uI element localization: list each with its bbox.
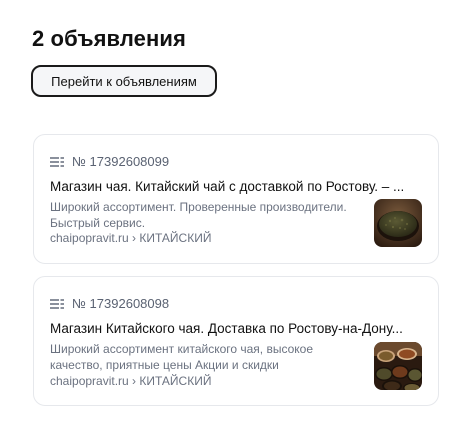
ads-count-heading: 2 объявления: [32, 26, 186, 51]
ad-description: Широкий ассортимент. Проверенные произво…: [50, 200, 362, 231]
ad-number-row: № 17392608099: [50, 154, 169, 169]
ad-card[interactable]: № 17392608098 Магазин Китайского чая. До…: [33, 276, 439, 406]
ad-description-line: Быстрый сервис.: [50, 215, 146, 230]
ad-url-link[interactable]: chaipopravit.ru › КИТАЙСКИЙ: [50, 374, 211, 388]
loose-tea-bowl-image[interactable]: [374, 199, 422, 247]
ad-number-row: № 17392608098: [50, 296, 169, 311]
ad-number: № 17392608098: [72, 296, 170, 311]
ad-description: Широкий ассортимент китайского чая, высо…: [50, 342, 362, 373]
ad-list-icon: [50, 156, 64, 167]
ad-title-link[interactable]: Магазин Китайского чая. Доставка по Рост…: [50, 321, 426, 336]
go-to-ads-button[interactable]: Перейти к объявлениям: [31, 65, 217, 97]
ad-card[interactable]: № 17392608099 Магазин чая. Китайский чай…: [33, 134, 439, 264]
ad-url-link[interactable]: chaipopravit.ru › КИТАЙСКИЙ: [50, 231, 211, 245]
ad-title-link[interactable]: Магазин чая. Китайский чай с доставкой п…: [50, 179, 426, 194]
ad-description-line: качество, приятные цены Акции и скидки: [50, 357, 279, 372]
ad-description-line: Широкий ассортимент. Проверенные произво…: [50, 200, 347, 214]
ad-number: № 17392608099: [72, 154, 170, 169]
tea-bowls-assortment-image[interactable]: [374, 342, 422, 390]
ad-description-line: Широкий ассортимент китайского чая, высо…: [50, 342, 314, 356]
ad-list-icon: [50, 298, 64, 309]
